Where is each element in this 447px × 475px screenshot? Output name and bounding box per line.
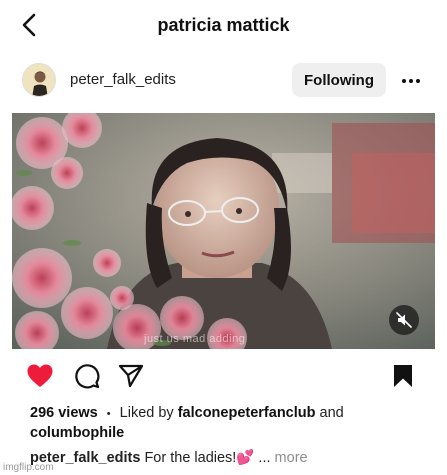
video-frame xyxy=(12,113,435,349)
more-link[interactable]: more xyxy=(275,450,308,466)
like-button[interactable] xyxy=(26,362,54,390)
share-icon xyxy=(118,364,144,388)
liked-by-and: and xyxy=(319,405,344,421)
more-options-button[interactable] xyxy=(398,68,424,94)
avatar[interactable] xyxy=(22,63,56,97)
avatar-portrait xyxy=(23,64,55,96)
top-bar: patricia mattick xyxy=(0,0,447,52)
caption-ellipsis: ... xyxy=(258,450,271,466)
comment-button[interactable] xyxy=(73,362,101,390)
comment-icon xyxy=(75,364,100,389)
caption-text: For the ladies!💕 xyxy=(144,450,255,466)
post-video[interactable]: just us mad adding xyxy=(12,113,435,349)
post-header: peter_falk_edits Following xyxy=(0,58,447,104)
likes-summary: 296 views • Liked by falconepeterfanclub… xyxy=(30,404,430,443)
heart-icon xyxy=(27,364,53,387)
mute-icon xyxy=(396,312,412,328)
post-username[interactable]: peter_falk_edits xyxy=(70,71,176,88)
following-button[interactable]: Following xyxy=(292,63,386,97)
post-actions xyxy=(0,360,447,394)
page-title: patricia mattick xyxy=(157,15,290,35)
separator-dot: • xyxy=(106,408,111,420)
share-button[interactable] xyxy=(117,362,145,390)
liked-by-prefix: Liked by xyxy=(119,405,174,421)
bookmark-icon xyxy=(394,365,412,387)
video-overlay-text: just us mad adding xyxy=(144,333,246,345)
mute-button[interactable] xyxy=(389,305,419,335)
liked-by-user-link[interactable]: falconepeterfanclub xyxy=(178,405,316,421)
save-button[interactable] xyxy=(389,362,417,390)
watermark: imgflip.com xyxy=(3,462,54,473)
views-count[interactable]: 296 views xyxy=(30,405,98,421)
liked-by-other-link[interactable]: columbophile xyxy=(30,425,124,441)
post-caption: peter_falk_edits For the ladies!💕 ... mo… xyxy=(30,449,430,468)
more-options-icon xyxy=(402,79,420,83)
